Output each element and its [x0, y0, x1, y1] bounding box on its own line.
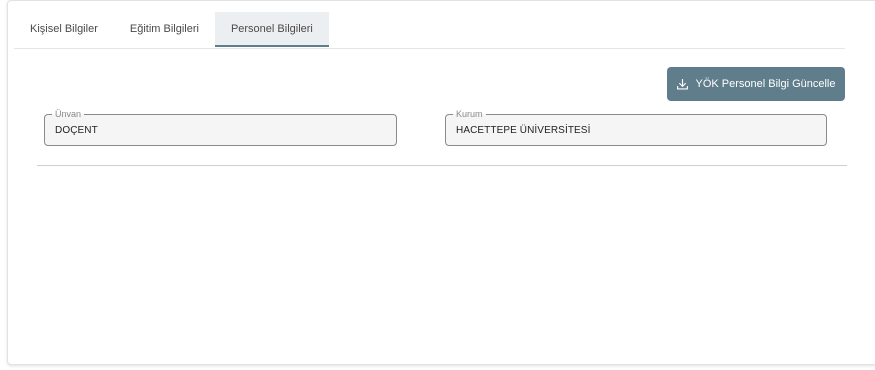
section-divider [37, 165, 847, 166]
yok-update-button-label: YÖK Personel Bilgi Güncelle [695, 78, 836, 90]
kurum-field[interactable]: Kurum HACETTEPE ÜNİVERSİTESİ [445, 107, 827, 146]
kurum-label: Kurum [453, 107, 486, 121]
tab-personel-bilgileri[interactable]: Personel Bilgileri [214, 12, 329, 47]
unvan-value: DOÇENT [55, 125, 98, 136]
yok-update-button[interactable]: YÖK Personel Bilgi Güncelle [667, 67, 845, 101]
tab-bar: Kişisel Bilgiler Eğitim Bilgileri Person… [14, 12, 845, 49]
tab-kisisel-bilgiler[interactable]: Kişisel Bilgiler [14, 12, 114, 47]
tab-egitim-bilgileri[interactable]: Eğitim Bilgileri [114, 12, 215, 47]
download-icon [677, 78, 689, 90]
kurum-value: HACETTEPE ÜNİVERSİTESİ [456, 125, 591, 136]
personnel-card [7, 0, 875, 365]
unvan-label: Ünvan [52, 107, 85, 121]
unvan-field[interactable]: Ünvan DOÇENT [44, 107, 397, 146]
